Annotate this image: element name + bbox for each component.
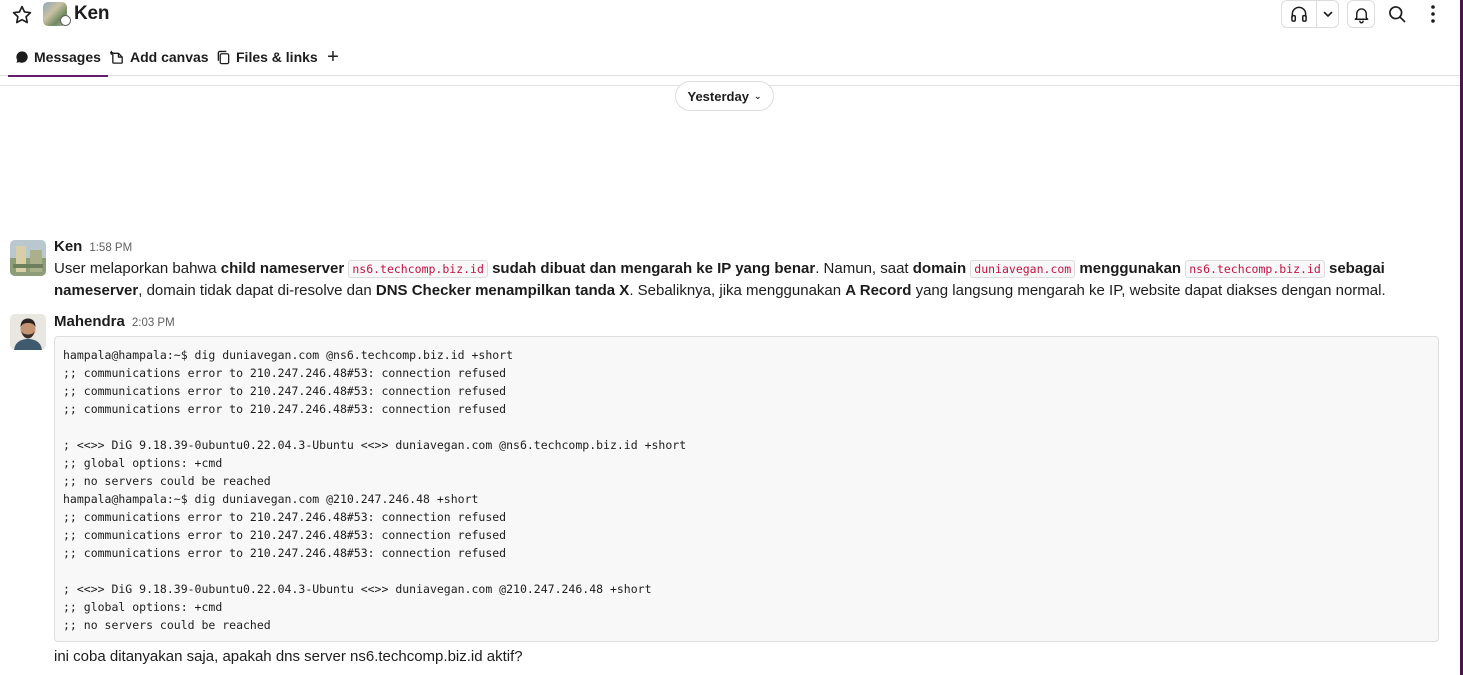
plain-text: yang langsung mengarah ke IP, website da… xyxy=(911,282,1386,299)
code-line: ;; communications error to 210.247.246.4… xyxy=(63,366,507,380)
code-line: ;; communications error to 210.247.246.4… xyxy=(63,384,507,398)
message-text: User melaporkan bahwa child nameserver n… xyxy=(54,258,1444,302)
message-bubble-icon xyxy=(16,51,28,63)
tab-messages[interactable]: Messages xyxy=(8,38,108,77)
plain-text: . Namun, saat xyxy=(815,260,913,277)
files-icon xyxy=(217,50,230,64)
tab-label: Files & links xyxy=(236,49,318,65)
plain-text: User melaporkan bahwa xyxy=(54,260,221,277)
avatar-image xyxy=(10,240,46,276)
search-icon xyxy=(1389,6,1406,23)
chevron-down-icon: ⌄ xyxy=(753,90,762,101)
huddle-menu-button[interactable] xyxy=(1317,1,1338,27)
bold-text: menggunakan xyxy=(1079,260,1182,277)
bold-text: A Record xyxy=(845,282,912,299)
star-button[interactable] xyxy=(8,2,36,28)
code-line: hampala@hampala:~$ dig duniavegan.com @n… xyxy=(63,348,514,362)
code-block[interactable]: hampala@hampala:~$ dig duniavegan.com @n… xyxy=(54,336,1439,642)
code-line: ;; no servers could be reached xyxy=(63,474,271,488)
status-badge xyxy=(60,15,71,26)
avatar[interactable] xyxy=(10,314,46,350)
date-divider-button[interactable]: Yesterday ⌄ xyxy=(675,81,774,111)
date-divider-label: Yesterday xyxy=(687,88,749,104)
code-line: ;; communications error to 210.247.246.4… xyxy=(63,546,507,560)
code-line: ;; communications error to 210.247.246.4… xyxy=(63,402,507,416)
headphones-icon xyxy=(1291,6,1308,22)
huddle-control xyxy=(1281,0,1339,28)
avatar-image xyxy=(10,314,46,350)
canvas-icon xyxy=(110,50,123,64)
code-line: ;; global options: +cmd xyxy=(63,456,223,470)
message-text: ini coba ditanyakan saja, apakah dns ser… xyxy=(54,648,523,665)
star-icon xyxy=(12,5,32,24)
bold-text: sudah dibuat dan mengarah ke IP yang ben… xyxy=(492,260,816,277)
avatar[interactable] xyxy=(10,240,46,276)
more-options-button[interactable] xyxy=(1421,1,1445,27)
tab-files-links[interactable]: Files & links xyxy=(216,38,318,76)
inline-code: ns6.techcomp.biz.id xyxy=(348,260,488,278)
code-line: ; <<>> DiG 9.18.39-0ubuntu0.22.04.3-Ubun… xyxy=(63,438,687,452)
message-timestamp[interactable]: 2:03 PM xyxy=(132,317,175,329)
inline-code: duniavegan.com xyxy=(970,260,1076,278)
search-button[interactable] xyxy=(1384,1,1410,27)
channel-title[interactable]: Ken xyxy=(74,3,109,25)
plain-text: , domain tidak dapat di-resolve dan xyxy=(138,282,376,299)
chevron-down-icon xyxy=(1323,11,1332,17)
channel-tabs: Messages Add canvas Files & links + xyxy=(0,38,1460,77)
code-line: hampala@hampala:~$ dig duniavegan.com @2… xyxy=(63,492,479,506)
message-timestamp[interactable]: 1:58 PM xyxy=(89,242,132,254)
code-line: ;; no servers could be reached xyxy=(63,618,271,632)
tab-add-canvas[interactable]: Add canvas xyxy=(110,38,209,76)
inline-code: ns6.techcomp.biz.id xyxy=(1185,260,1325,278)
plain-text: . Sebaliknya, jika menggunakan xyxy=(629,282,846,299)
message-header: Ken 1:58 PM xyxy=(54,238,132,255)
notifications-button[interactable] xyxy=(1347,0,1375,28)
bold-text: child nameserver xyxy=(220,260,345,277)
message-header: Mahendra 2:03 PM xyxy=(54,313,175,330)
bold-text: domain xyxy=(912,260,967,277)
code-line: ;; communications error to 210.247.246.4… xyxy=(63,528,507,542)
channel-header: Ken xyxy=(0,0,1460,30)
code-line: ;; global options: +cmd xyxy=(63,600,223,614)
more-vertical-icon xyxy=(1431,5,1435,23)
tab-label: Messages xyxy=(34,49,101,65)
code-line: ;; communications error to 210.247.246.4… xyxy=(63,510,507,524)
message-author[interactable]: Mahendra xyxy=(54,313,125,330)
bold-text: DNS Checker menampilkan tanda X xyxy=(375,282,630,299)
huddle-button[interactable] xyxy=(1282,1,1318,27)
bell-icon xyxy=(1354,7,1368,23)
tab-label: Add canvas xyxy=(130,49,209,65)
message-author[interactable]: Ken xyxy=(54,238,82,255)
add-tab-button[interactable]: + xyxy=(324,38,342,76)
code-line: ; <<>> DiG 9.18.39-0ubuntu0.22.04.3-Ubun… xyxy=(63,582,652,596)
plus-icon: + xyxy=(327,45,339,68)
